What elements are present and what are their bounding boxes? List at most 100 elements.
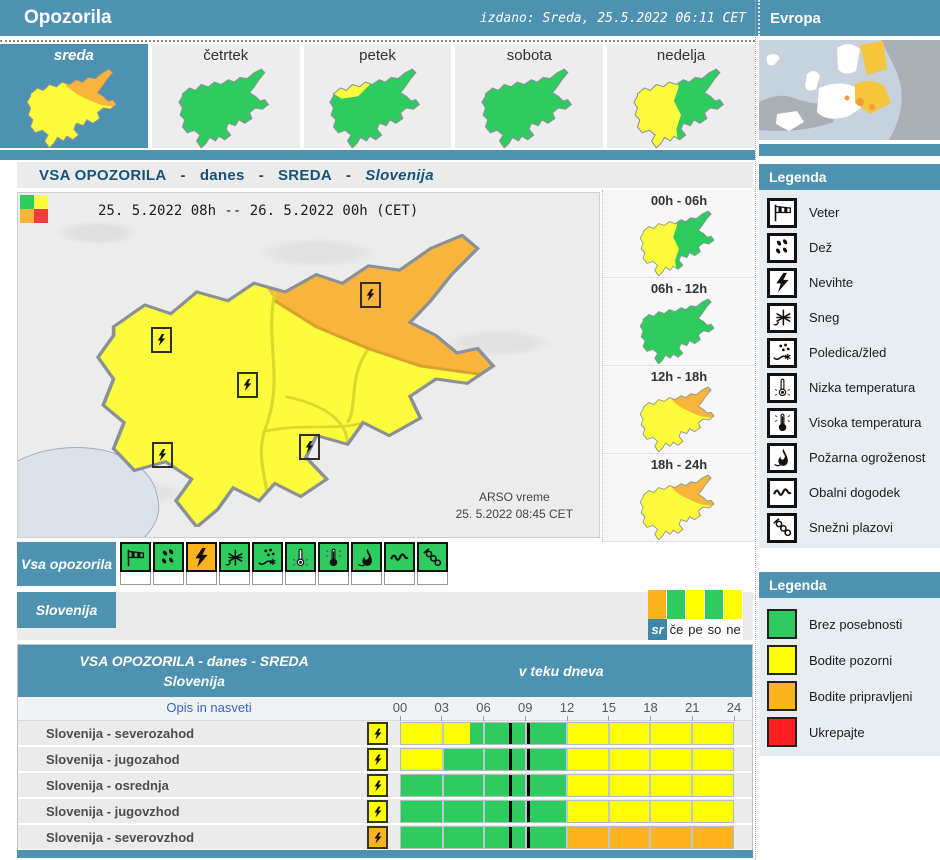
table-subheader: Opis in nasveti 000306091215182124 — [18, 697, 752, 721]
severity-timeline — [400, 748, 734, 771]
map-lightning-icon — [299, 434, 320, 460]
day-ce[interactable]: če — [667, 590, 686, 640]
snow-icon — [224, 547, 245, 568]
lightning-icon — [772, 272, 793, 293]
slovenia-map-cetrtek — [164, 68, 288, 148]
severity-timeline — [400, 722, 734, 745]
legend-item: Sneg — [767, 300, 940, 335]
slovenia-row: Slovenija sr če pe so ne — [17, 592, 753, 640]
avalanche-icon — [772, 517, 793, 538]
tab-nedelja[interactable]: nedelja — [607, 44, 755, 148]
severity-timeline — [400, 826, 734, 849]
wave-icon — [389, 547, 410, 568]
time-map-18-24: 18h - 24h — [603, 454, 755, 542]
day-severity-strip: sr če pe so ne — [648, 590, 743, 640]
ice-icon — [257, 547, 278, 568]
severity-legend: Brez posebnosti Bodite pozorni Bodite pr… — [759, 598, 940, 756]
lightning-icon — [367, 800, 388, 823]
low-temperature-icon — [290, 547, 311, 568]
legend-header: Legenda — [759, 164, 940, 190]
lightning-icon — [367, 826, 388, 849]
warning-type-legend: Veter Dež Nevihte Sneg Poledica/žled Niz… — [759, 190, 940, 548]
slovenia-map-nedelja — [619, 68, 743, 148]
slovenia-button[interactable]: Slovenija — [17, 592, 116, 628]
filter-fire[interactable] — [351, 542, 382, 585]
time-map-12-18: 12h - 18h — [603, 366, 755, 454]
legend-item: Snežni plazovi — [767, 510, 940, 545]
table-row: Slovenija - severozahod — [18, 721, 752, 747]
legend-item: Obalni dogodek — [767, 475, 940, 510]
separator-bar — [0, 150, 755, 160]
tab-cetrtek[interactable]: četrtek — [152, 44, 300, 148]
severity-red — [34, 209, 48, 223]
low-temperature-icon — [772, 377, 793, 398]
filter-low-temp[interactable] — [285, 542, 316, 585]
warning-type-icons — [120, 542, 448, 585]
severity-green — [20, 195, 34, 209]
warnings-table: VSA OPOZORILA - danes - SREDA Slovenija … — [17, 644, 753, 850]
table-row: Slovenija - severovzhod — [18, 825, 752, 851]
map-attribution: ARSO vreme 25. 5.2022 08:45 CET — [456, 489, 573, 523]
severity-orange — [20, 209, 34, 223]
avalanche-icon — [422, 547, 443, 568]
filter-high-temp[interactable] — [318, 542, 349, 585]
legend-item: Požarna ogroženost — [767, 440, 940, 475]
tab-petek[interactable]: petek — [304, 44, 452, 148]
filter-avalanche[interactable] — [417, 542, 448, 585]
windsock-icon — [125, 547, 146, 568]
lightning-icon — [367, 722, 388, 745]
map-lightning-icon — [360, 282, 381, 308]
page-title: Opozorila — [0, 7, 112, 29]
severity-item: Brez posebnosti — [767, 606, 940, 642]
lightning-icon — [191, 547, 212, 568]
map-lightning-icon — [152, 442, 173, 468]
slovenia-map-00-06 — [627, 210, 731, 276]
day-pe[interactable]: pe — [686, 590, 705, 640]
tab-sreda[interactable]: sreda — [0, 44, 148, 148]
description-link[interactable]: Opis in nasveti — [18, 700, 400, 715]
legend-item: Nizka temperatura — [767, 370, 940, 405]
legend-item: Nevihte — [767, 265, 940, 300]
slovenia-regions-map — [46, 231, 566, 527]
all-warnings-button[interactable]: Vsa opozorila — [17, 542, 116, 586]
high-temperature-icon — [772, 412, 793, 433]
windsock-icon — [772, 202, 793, 223]
right-column: Legenda Veter Dež Nevihte Sneg Poledica/… — [755, 0, 940, 860]
time-period-maps: 00h - 06h 06h - 12h 12h - 18h 18h - 24h — [602, 190, 755, 542]
filter-snow[interactable] — [219, 542, 250, 585]
high-temperature-icon — [323, 547, 344, 568]
warnings-page: Opozorila izdano: Sreda, 25.5.2022 06:11… — [0, 0, 940, 860]
warnings-title: VSA OPOZORILA - danes - SREDA - Slovenij… — [17, 162, 753, 188]
day-tabs: sreda četrtek petek sobota nedelja — [0, 40, 755, 148]
day-so[interactable]: so — [705, 590, 724, 640]
europe-overview-map[interactable] — [759, 40, 940, 140]
legend-item: Poledica/žled — [767, 335, 940, 370]
table-row: Slovenija - jugovzhod — [18, 799, 752, 825]
legend-item: Veter — [767, 195, 940, 230]
hour-scale: 000306091215182124 — [400, 697, 734, 721]
ice-icon — [772, 342, 793, 363]
severity-item: Bodite pozorni — [767, 642, 940, 678]
slovenia-map-petek — [315, 68, 439, 148]
lightning-icon — [367, 748, 388, 771]
map-lightning-icon — [151, 327, 172, 353]
legend-item: Visoka temperatura — [767, 405, 940, 440]
rain-icon — [158, 547, 179, 568]
time-map-00-06: 00h - 06h — [603, 190, 755, 278]
severity-item: Ukrepajte — [767, 714, 940, 750]
tab-sobota[interactable]: sobota — [455, 44, 603, 148]
day-ne[interactable]: ne — [724, 590, 743, 640]
slovenia-map-18-24 — [627, 474, 731, 540]
all-warnings-row: Vsa opozorila — [17, 542, 753, 588]
filter-rain[interactable] — [153, 542, 184, 585]
filter-coastal[interactable] — [384, 542, 415, 585]
severity-timeline — [400, 774, 734, 797]
fire-icon — [356, 547, 377, 568]
filter-wind[interactable] — [120, 542, 151, 585]
slovenia-map-sobota — [467, 68, 591, 148]
filter-ice[interactable] — [252, 542, 283, 585]
legend-item: Dež — [767, 230, 940, 265]
severity-yellow — [34, 195, 48, 209]
day-sr[interactable]: sr — [648, 590, 667, 640]
filter-storm[interactable] — [186, 542, 217, 585]
